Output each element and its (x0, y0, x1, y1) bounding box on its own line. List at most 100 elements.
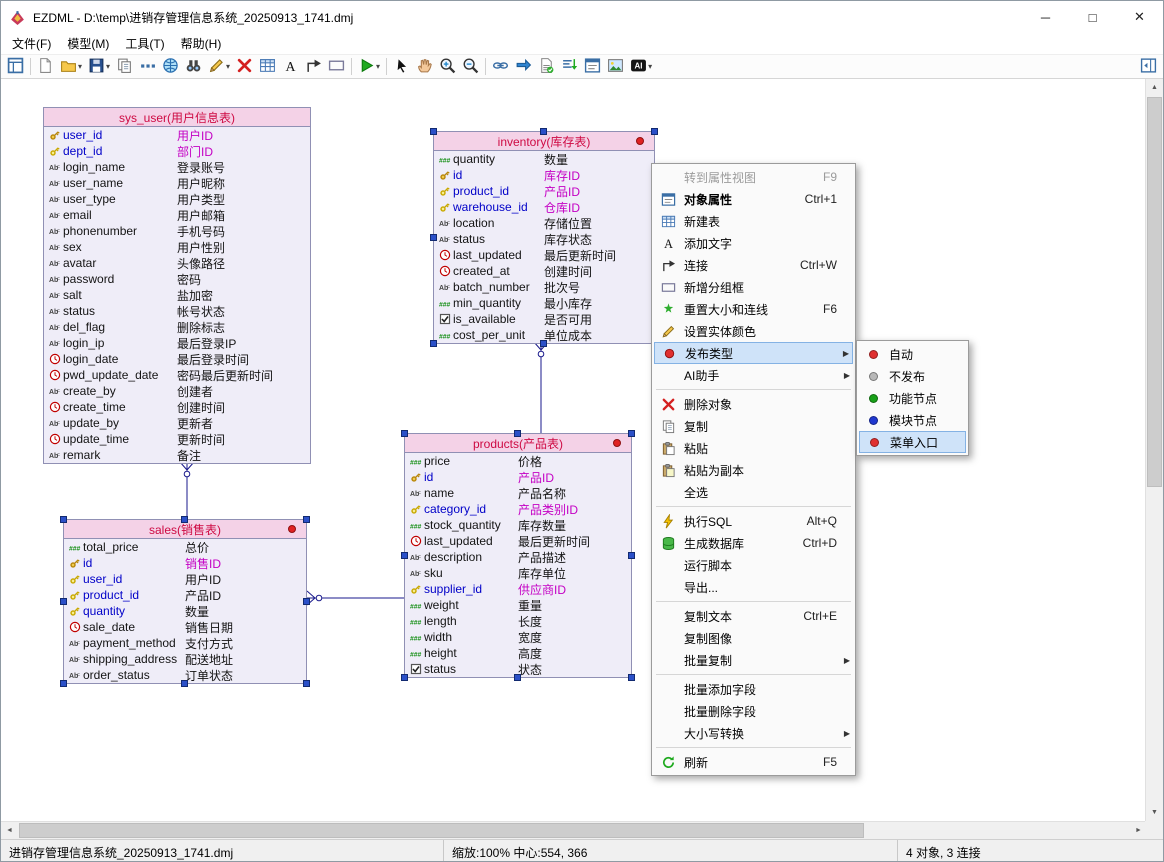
field-row-weight[interactable]: ###weight重量 (405, 597, 631, 613)
field-row-pwd_update_date[interactable]: pwd_update_date密码最后更新时间 (44, 367, 310, 383)
menu-item-28[interactable]: 大小写转换▶ (654, 722, 853, 744)
menu-item-11[interactable]: 删除对象 (654, 393, 853, 415)
field-row-avatar[interactable]: Abcavatar头像路径 (44, 255, 310, 271)
maximize-button[interactable]: □ (1069, 1, 1116, 33)
field-row-phonenumber[interactable]: Abcphonenumber手机号码 (44, 223, 310, 239)
menu-item-23[interactable]: 复制图像 (654, 627, 853, 649)
toolbar-layout-panel-button[interactable] (1137, 56, 1160, 78)
toolbar-zoom-in-button[interactable] (436, 56, 459, 78)
field-row-warehouse_id[interactable]: warehouse_id仓库ID (434, 199, 654, 215)
field-row-height[interactable]: ###height高度 (405, 645, 631, 661)
menu-item-4[interactable]: 菜单入口 (859, 431, 966, 453)
toolbar-zoom-out-button[interactable] (459, 56, 482, 78)
menu-item-22[interactable]: 复制文本Ctrl+E (654, 605, 853, 627)
field-row-total_price[interactable]: ###total_price总价 (64, 539, 306, 555)
field-row-price[interactable]: ###price价格 (405, 453, 631, 469)
field-row-location[interactable]: Abclocation存储位置 (434, 215, 654, 231)
field-row-product_id[interactable]: product_id产品ID (64, 587, 306, 603)
field-row-create_by[interactable]: Abccreate_by创建者 (44, 383, 310, 399)
field-row-user_type[interactable]: Abcuser_type用户类型 (44, 191, 310, 207)
menu-item-30[interactable]: 刷新F5 (654, 751, 853, 773)
field-row-password[interactable]: Abcpassword密码 (44, 271, 310, 287)
field-row-shipping_address[interactable]: Abcshipping_address配送地址 (64, 651, 306, 667)
field-row-user_id[interactable]: user_id用户ID (44, 127, 310, 143)
menu-item-20[interactable]: 导出... (654, 576, 853, 598)
menu-item-3[interactable]: A添加文字 (654, 232, 853, 254)
menu-item-1[interactable]: 不发布 (859, 365, 966, 387)
toolbar-copy-button[interactable] (113, 56, 136, 78)
toolbar-new-table-button[interactable] (256, 56, 279, 78)
menu-item-8[interactable]: 发布类型▶ (654, 342, 853, 364)
toolbar-ai-assistant-button[interactable]: AI▾ (627, 56, 655, 78)
selection-handle[interactable] (60, 680, 67, 687)
close-button[interactable]: ✕ (1116, 1, 1163, 33)
menu-item-4[interactable]: 连接Ctrl+W (654, 254, 853, 276)
toolbar-toggle-model-view-button[interactable] (4, 56, 27, 78)
field-row-email[interactable]: Abcemail用户邮箱 (44, 207, 310, 223)
connection-sales-products[interactable] (307, 591, 404, 605)
menu-item-5[interactable]: 新增分组框 (654, 276, 853, 298)
field-row-min_quantity[interactable]: ###min_quantity最小库存 (434, 295, 654, 311)
toolbar-run-button[interactable]: ▾ (355, 56, 383, 78)
field-row-product_id[interactable]: product_id产品ID (434, 183, 654, 199)
field-row-id[interactable]: id库存ID (434, 167, 654, 183)
menu-item-2[interactable]: 功能节点 (859, 387, 966, 409)
field-row-is_available[interactable]: is_available是否可用 (434, 311, 654, 327)
menu-item-7[interactable]: 设置实体颜色 (654, 320, 853, 342)
selection-handle[interactable] (401, 430, 408, 437)
table-sys_user[interactable]: sys_user(用户信息表)user_id用户IDdept_id部门IDAbc… (43, 107, 311, 464)
selection-handle[interactable] (540, 340, 547, 347)
toolbar-special-paste-button[interactable] (136, 56, 159, 78)
menubar-item-2[interactable]: 工具(T) (117, 33, 172, 54)
selection-handle[interactable] (430, 128, 437, 135)
menu-item-1[interactable]: 对象属性Ctrl+1 (654, 188, 853, 210)
field-row-salt[interactable]: Abcsalt盐加密 (44, 287, 310, 303)
selection-handle[interactable] (181, 516, 188, 523)
field-row-create_time[interactable]: create_time创建时间 (44, 399, 310, 415)
toolbar-script-button[interactable] (535, 56, 558, 78)
menu-item-27[interactable]: 批量删除字段 (654, 700, 853, 722)
field-row-login_name[interactable]: Abclogin_name登录账号 (44, 159, 310, 175)
field-row-last_updated[interactable]: last_updated最后更新时间 (434, 247, 654, 263)
selection-handle[interactable] (651, 128, 658, 135)
field-row-update_by[interactable]: Abcupdate_by更新者 (44, 415, 310, 431)
selection-handle[interactable] (401, 552, 408, 559)
selection-handle[interactable] (628, 430, 635, 437)
selection-handle[interactable] (401, 674, 408, 681)
menu-item-3[interactable]: 模块节点 (859, 409, 966, 431)
toolbar-new-file-button[interactable] (34, 56, 57, 78)
connection-sys_user-sales[interactable] (180, 462, 194, 519)
field-row-supplier_id[interactable]: supplier_id供应商ID (405, 581, 631, 597)
vertical-scrollbar[interactable]: ▲ ▼ (1145, 79, 1163, 821)
table-sales[interactable]: sales(销售表)###total_price总价id销售IDuser_id用… (63, 519, 307, 684)
field-row-status[interactable]: Abcstatus帐号状态 (44, 303, 310, 319)
field-row-sale_date[interactable]: sale_date销售日期 (64, 619, 306, 635)
field-row-description[interactable]: Abcdescription产品描述 (405, 549, 631, 565)
dropdown-arrow-icon[interactable]: ▾ (78, 62, 82, 71)
diagram-canvas[interactable]: sys_user(用户信息表)user_id用户IDdept_id部门IDAbc… (1, 79, 1147, 821)
menubar-item-1[interactable]: 模型(M) (59, 33, 117, 54)
selection-handle[interactable] (514, 430, 521, 437)
menu-item-19[interactable]: 运行脚本 (654, 554, 853, 576)
field-row-payment_method[interactable]: Abcpayment_method支付方式 (64, 635, 306, 651)
toolbar-entity-color-button[interactable]: ▾ (205, 56, 233, 78)
scroll-down-arrow-icon[interactable]: ▼ (1146, 804, 1163, 821)
menu-item-0[interactable]: 自动 (859, 343, 966, 365)
selection-handle[interactable] (514, 674, 521, 681)
selection-handle[interactable] (540, 128, 547, 135)
field-row-stock_quantity[interactable]: ###stock_quantity库存数量 (405, 517, 631, 533)
vertical-scroll-thumb[interactable] (1147, 97, 1162, 487)
field-row-quantity[interactable]: ###quantity数量 (434, 151, 654, 167)
toolbar-save-file-button[interactable]: ▾ (85, 56, 113, 78)
dropdown-arrow-icon[interactable]: ▾ (226, 62, 230, 71)
table-inventory[interactable]: inventory(库存表)###quantity数量id库存IDproduct… (433, 131, 655, 344)
dropdown-arrow-icon[interactable]: ▾ (106, 62, 110, 71)
menu-item-18[interactable]: 生成数据库Ctrl+D (654, 532, 853, 554)
field-row-update_time[interactable]: update_time更新时间 (44, 431, 310, 447)
field-row-login_date[interactable]: login_date最后登录时间 (44, 351, 310, 367)
toolbar-connect-button[interactable] (302, 56, 325, 78)
menu-item-13[interactable]: 粘贴 (654, 437, 853, 459)
table-products[interactable]: products(产品表)###price价格id产品IDAbcname产品名称… (404, 433, 632, 678)
toolbar-select-cursor-button[interactable] (390, 56, 413, 78)
field-row-dept_id[interactable]: dept_id部门ID (44, 143, 310, 159)
